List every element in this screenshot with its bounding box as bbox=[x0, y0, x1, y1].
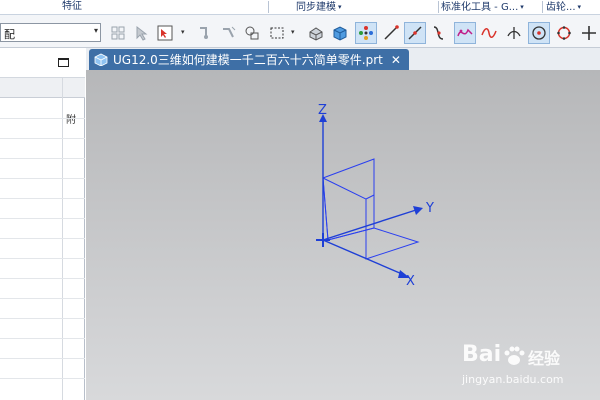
arc-center-icon bbox=[532, 26, 546, 40]
ribbon-group-features[interactable]: 特征 bbox=[62, 0, 82, 15]
table-row[interactable] bbox=[0, 178, 85, 179]
plus-point-icon bbox=[582, 26, 596, 40]
part-file-icon bbox=[94, 53, 108, 66]
chevron-down-icon: ▾ bbox=[577, 3, 582, 11]
table-row[interactable] bbox=[0, 298, 85, 299]
ribbon-separator bbox=[268, 1, 269, 13]
solid-cube-icon bbox=[333, 26, 347, 41]
chevron-down-icon[interactable]: ▾ bbox=[181, 28, 185, 36]
table-row[interactable] bbox=[0, 118, 85, 119]
ribbon-group-label: 同步建模 bbox=[296, 2, 336, 13]
spline-point-icon bbox=[457, 28, 473, 37]
table-row[interactable] bbox=[0, 378, 85, 379]
table-row[interactable] bbox=[0, 258, 85, 259]
snap-curve-icon bbox=[223, 26, 236, 38]
intersection-point-button[interactable] bbox=[503, 22, 525, 44]
snap-curve-button[interactable] bbox=[218, 22, 240, 44]
resource-panel: 附 bbox=[0, 48, 85, 400]
table-row[interactable] bbox=[0, 238, 85, 239]
wcs-triad[interactable] bbox=[316, 114, 423, 278]
wave-curve-button[interactable] bbox=[478, 22, 500, 44]
ribbon-group-label: 特征 bbox=[62, 1, 82, 12]
z-axis-label: Z bbox=[318, 103, 327, 118]
snap-point-icon bbox=[200, 27, 208, 39]
ribbon-separator bbox=[438, 1, 439, 13]
selection-scope-icon bbox=[157, 25, 173, 41]
filter-pointer-icon bbox=[136, 25, 148, 41]
selection-filter-value: 配 bbox=[4, 28, 15, 41]
ribbon-group-label: 齿轮... bbox=[546, 2, 576, 13]
curve-point-button[interactable] bbox=[428, 22, 450, 44]
chevron-down-icon: ▾ bbox=[93, 26, 98, 35]
document-tab-bar: UG12.0三维如何建模一千二百六十六简单零件.prt ✕ bbox=[86, 48, 600, 70]
chevron-down-icon: ▾ bbox=[338, 3, 342, 11]
wave-curve-icon bbox=[481, 28, 497, 38]
resource-panel-titlebar bbox=[0, 48, 85, 78]
quadrant-point-icon bbox=[557, 26, 571, 40]
line-midpoint-toggle-button[interactable] bbox=[404, 22, 426, 44]
x-axis bbox=[322, 239, 403, 275]
table-row[interactable] bbox=[0, 198, 85, 199]
ribbon-group-bar: 特征 同步建模 ▾ 标准化工具 - G... ▾ 齿轮... ▾ bbox=[0, 0, 600, 15]
maximize-icon[interactable] bbox=[58, 58, 69, 67]
grid-select-icon bbox=[111, 26, 125, 40]
existing-point-button[interactable] bbox=[578, 22, 600, 44]
object-filter-button[interactable] bbox=[241, 22, 263, 44]
sketch-edge bbox=[365, 194, 375, 200]
line-endpoint-icon bbox=[384, 25, 399, 40]
line-endpoint-button[interactable] bbox=[380, 22, 402, 44]
intersection-point-icon bbox=[507, 27, 521, 39]
sketch-profile[interactable] bbox=[322, 158, 420, 260]
snap-points-icon bbox=[359, 26, 373, 40]
watermark: Bai 经验 jingyan.baidu.com bbox=[462, 342, 597, 392]
chevron-down-icon: ▾ bbox=[520, 3, 524, 11]
ribbon-group-gears[interactable]: 齿轮... ▾ bbox=[546, 0, 581, 15]
solid-body-button[interactable] bbox=[329, 22, 351, 44]
table-row[interactable] bbox=[0, 338, 85, 339]
table-row[interactable] bbox=[0, 138, 85, 139]
table-row[interactable] bbox=[0, 158, 85, 159]
selection-toolbar: 配 ▾ ▾ ▾ bbox=[0, 15, 600, 48]
rectangle-select-button[interactable] bbox=[266, 22, 288, 44]
spline-point-toggle-button[interactable] bbox=[454, 22, 476, 44]
object-filter-icon bbox=[245, 26, 259, 40]
selection-filter-combo[interactable]: 配 ▾ bbox=[0, 23, 101, 42]
close-icon[interactable]: ✕ bbox=[391, 53, 401, 67]
ribbon-group-sync-modeling[interactable]: 同步建模 ▾ bbox=[296, 0, 342, 15]
rectangle-select-icon bbox=[270, 27, 284, 39]
table-row[interactable] bbox=[0, 218, 85, 219]
document-tab[interactable]: UG12.0三维如何建模一千二百六十六简单零件.prt ✕ bbox=[89, 49, 409, 70]
y-axis-arrowhead bbox=[413, 206, 423, 215]
resource-panel-column-header[interactable]: 附 bbox=[0, 78, 85, 126]
table-row[interactable] bbox=[0, 278, 85, 279]
shaded-view-icon bbox=[309, 27, 323, 41]
table-row[interactable] bbox=[0, 358, 85, 359]
quadrant-point-button[interactable] bbox=[553, 22, 575, 44]
snap-points-toggle-button[interactable] bbox=[355, 22, 377, 44]
x-axis-label: X bbox=[406, 274, 415, 289]
ribbon-group-label: 标准化工具 - G... bbox=[441, 2, 519, 13]
shaded-view-button[interactable] bbox=[305, 22, 327, 44]
line-midpoint-icon bbox=[408, 26, 422, 40]
filter-pointer-button[interactable] bbox=[131, 22, 153, 44]
table-row[interactable] bbox=[0, 318, 85, 319]
snap-point-button[interactable] bbox=[194, 22, 216, 44]
chevron-down-icon[interactable]: ▾ bbox=[291, 28, 295, 36]
selection-scope-button[interactable] bbox=[154, 22, 176, 44]
y-axis-label: Y bbox=[425, 201, 434, 216]
document-tab-title: UG12.0三维如何建模一千二百六十六简单零件.prt bbox=[113, 53, 383, 67]
curve-point-icon bbox=[433, 26, 444, 40]
column-divider[interactable] bbox=[62, 78, 63, 400]
ribbon-group-standard-tools[interactable]: 标准化工具 - G... ▾ bbox=[441, 0, 524, 15]
ribbon-separator bbox=[542, 1, 543, 13]
grid-select-button[interactable] bbox=[107, 22, 129, 44]
y-axis bbox=[322, 209, 417, 241]
paw-logo-icon bbox=[504, 346, 525, 365]
watermark-url: jingyan.baidu.com bbox=[462, 373, 564, 386]
watermark-brand-suffix: 经验 bbox=[528, 349, 561, 368]
arc-center-toggle-button[interactable] bbox=[528, 22, 550, 44]
watermark-brand: Bai bbox=[462, 342, 502, 367]
